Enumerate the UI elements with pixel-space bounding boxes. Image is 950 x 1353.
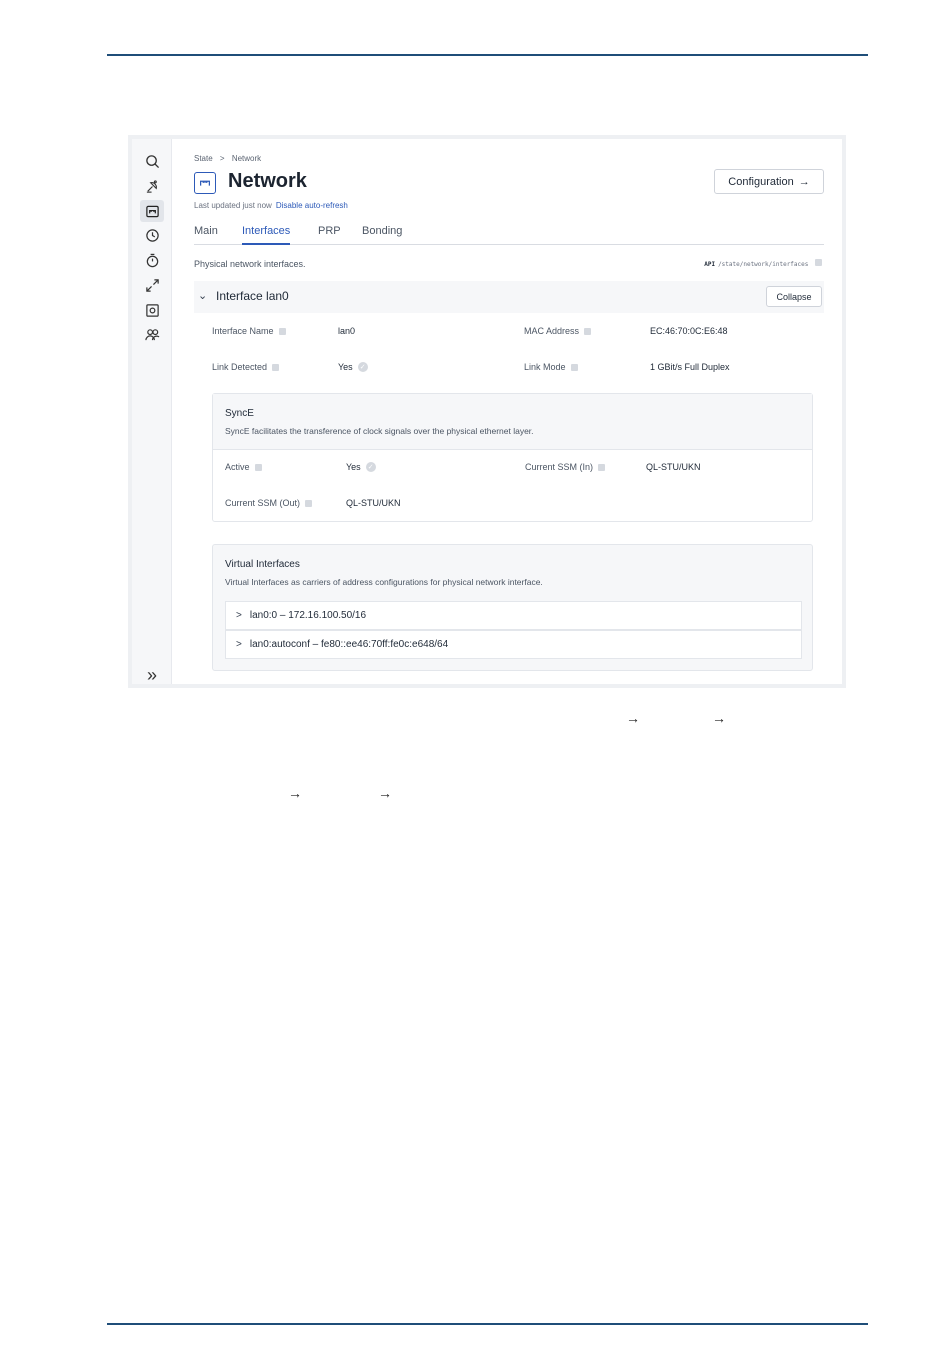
interface-header[interactable]: ⌄ Interface lan0 Collapse [194, 281, 824, 313]
satellite-icon[interactable] [140, 176, 164, 196]
breadcrumb-separator: > [219, 154, 225, 163]
link-mode-label-text: Link Mode [524, 362, 566, 372]
link-mode-value: 1 GBit/s Full Duplex [650, 362, 730, 372]
network-title-icon [194, 172, 216, 194]
virtual-interface-label: lan0:0 – 172.16.100.50/16 [249, 610, 367, 621]
doc-arrow: → [626, 710, 640, 726]
info-icon[interactable] [254, 463, 262, 471]
synce-subtitle: SyncE facilitates the transference of cl… [225, 426, 534, 436]
virtual-interface-row[interactable]: > lan0:0 – 172.16.100.50/16 [225, 601, 802, 630]
section-description: Physical network interfaces. [194, 259, 306, 269]
mac-address-value: EC:46:70:0C:E6:48 [650, 326, 728, 336]
virtual-interface-label: lan0:autoconf – fe80::ee46:70ff:fe0c:e64… [249, 639, 449, 650]
sidebar-rail: » [132, 139, 172, 684]
chevron-down-icon[interactable]: ⌄ [198, 289, 207, 302]
ssm-out-label-text: Current SSM (Out) [225, 498, 301, 508]
search-icon[interactable] [140, 151, 164, 171]
link-detected-label-text: Link Detected [212, 362, 268, 372]
info-icon[interactable] [305, 499, 313, 507]
interface-name-value: lan0 [338, 326, 356, 336]
tab-interfaces[interactable]: Interfaces [242, 225, 291, 245]
expand-sidebar-icon[interactable]: » [140, 665, 164, 685]
page-footer-rule [107, 1323, 868, 1325]
tab-bonding[interactable]: Bonding [362, 225, 402, 245]
mac-address-label: MAC Address [524, 326, 592, 336]
tab-prp[interactable]: PRP [318, 225, 341, 245]
link-detected-value-text: Yes [338, 362, 353, 372]
interface-name-label: Interface Name [212, 326, 286, 336]
api-label: API [704, 261, 716, 268]
info-icon[interactable] [272, 363, 280, 371]
virtual-interfaces-subtitle: Virtual Interfaces as carriers of addres… [225, 577, 543, 587]
main-panel: State > Network Network Last updated jus… [194, 139, 824, 684]
tab-main[interactable]: Main [194, 225, 218, 245]
synce-active-value-text: Yes [346, 462, 361, 472]
synce-active-label-text: Active [225, 462, 250, 472]
ssm-in-label: Current SSM (In) [525, 462, 606, 472]
synce-title: SyncE [225, 408, 254, 419]
ssm-in-label-text: Current SSM (In) [525, 462, 594, 472]
check-circle-icon: ✓ [357, 362, 368, 372]
last-updated: Last updated just now Disable auto-refres… [194, 201, 348, 210]
interface-title: Interface lan0 [216, 289, 289, 303]
info-icon[interactable] [598, 463, 606, 471]
last-updated-text: Last updated just now [194, 201, 272, 210]
chevron-right-icon[interactable]: > [236, 639, 242, 650]
synce-active-label: Active [225, 462, 262, 472]
doc-arrow: → [712, 710, 726, 726]
app-screenshot: » State > Network Network Last updated j… [128, 135, 846, 688]
doc-arrow: → [288, 785, 302, 801]
ssm-out-label: Current SSM (Out) [225, 498, 313, 508]
info-icon[interactable] [278, 327, 286, 335]
breadcrumb-state[interactable]: State [194, 154, 213, 163]
mac-address-label-text: MAC Address [524, 326, 580, 336]
check-circle-icon: ✓ [365, 462, 376, 472]
synce-card-header: SyncE SyncE facilitates the transference… [213, 394, 812, 450]
stopwatch-icon[interactable] [140, 250, 164, 270]
page-title: Network [228, 170, 307, 192]
disable-auto-refresh-link[interactable]: Disable auto-refresh [276, 201, 348, 210]
virtual-interface-row[interactable]: > lan0:autoconf – fe80::ee46:70ff:fe0c:e… [225, 630, 802, 659]
copy-icon[interactable] [815, 259, 822, 266]
expand-arrows-icon[interactable] [140, 275, 164, 295]
page-header-rule [107, 54, 868, 56]
doc-arrow: → [378, 785, 392, 801]
info-icon[interactable] [584, 327, 592, 335]
api-path-text[interactable]: /state/network/interfaces [718, 261, 808, 268]
link-mode-label: Link Mode [524, 362, 578, 372]
api-path: API/state/network/interfaces [704, 259, 822, 268]
link-detected-value: Yes ✓ [338, 362, 368, 372]
configuration-button-label: Configuration [728, 175, 794, 188]
monitor-icon[interactable] [140, 300, 164, 320]
ssm-in-value: QL-STU/UKN [646, 462, 701, 472]
tab-bar: Main Interfaces PRP Bonding [194, 225, 824, 245]
users-icon[interactable] [140, 324, 164, 344]
virtual-interfaces-card: Virtual Interfaces Virtual Interfaces as… [212, 544, 813, 671]
synce-card: SyncE SyncE facilitates the transference… [212, 393, 813, 522]
network-port-icon[interactable] [140, 200, 164, 222]
breadcrumb: State > Network [194, 154, 261, 163]
interface-name-label-text: Interface Name [212, 326, 274, 336]
arrow-right-icon: → [798, 175, 810, 188]
ssm-out-value: QL-STU/UKN [346, 498, 401, 508]
synce-active-value: Yes ✓ [346, 462, 376, 472]
virtual-interfaces-title: Virtual Interfaces [225, 559, 300, 570]
chevron-right-icon[interactable]: > [236, 610, 242, 621]
info-icon[interactable] [570, 363, 578, 371]
collapse-button[interactable]: Collapse [766, 286, 822, 307]
link-detected-label: Link Detected [212, 362, 280, 372]
clock-icon[interactable] [140, 225, 164, 245]
breadcrumb-network: Network [231, 154, 262, 163]
configuration-button[interactable]: Configuration → [714, 169, 824, 194]
